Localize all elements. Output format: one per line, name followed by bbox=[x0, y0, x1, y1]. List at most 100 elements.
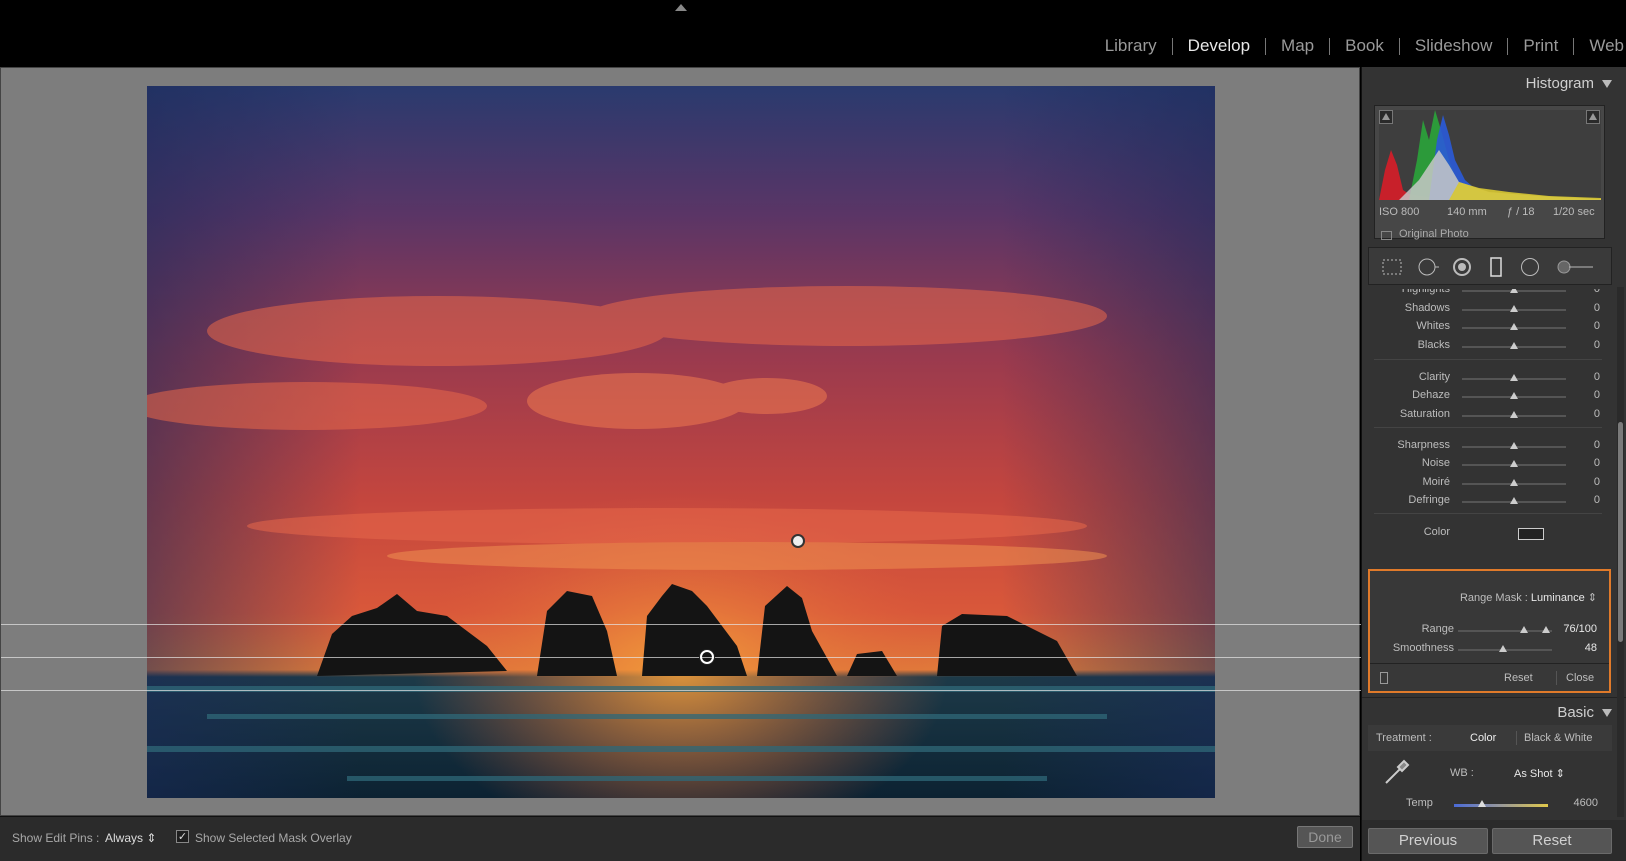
range-mask-footer: Reset Close bbox=[1370, 663, 1609, 691]
whites-label: Whites bbox=[1416, 320, 1450, 332]
sharpness-slider[interactable]: Sharpness 0 bbox=[1370, 439, 1606, 455]
module-develop[interactable]: Develop bbox=[1173, 36, 1265, 56]
original-photo-checkbox[interactable] bbox=[1381, 231, 1392, 240]
defringe-label: Defringe bbox=[1408, 494, 1450, 506]
collapse-top-panel-icon[interactable] bbox=[675, 4, 687, 11]
treatment-color-button[interactable]: Color bbox=[1470, 732, 1496, 744]
range-value[interactable]: 76/100 bbox=[1563, 623, 1597, 635]
highlights-thumb[interactable] bbox=[1510, 289, 1518, 293]
histogram-header[interactable]: Histogram bbox=[1526, 75, 1612, 92]
noise-thumb[interactable] bbox=[1510, 460, 1518, 467]
mask-toggle-icon[interactable] bbox=[1380, 672, 1388, 684]
shadows-slider[interactable]: Shadows 0 bbox=[1370, 302, 1606, 318]
smoothness-value[interactable]: 48 bbox=[1585, 642, 1597, 654]
wb-select[interactable]: As Shot ⇕ bbox=[1514, 767, 1565, 780]
defringe-thumb[interactable] bbox=[1510, 497, 1518, 504]
shadows-thumb[interactable] bbox=[1510, 305, 1518, 312]
blacks-slider[interactable]: Blacks 0 bbox=[1370, 339, 1606, 355]
noise-slider[interactable]: Noise 0 bbox=[1370, 457, 1606, 473]
module-print[interactable]: Print bbox=[1508, 36, 1573, 56]
dehaze-thumb[interactable] bbox=[1510, 392, 1518, 399]
range-mask-panel: Range Mask : Luminance ⇕ Range 76/100 Sm… bbox=[1368, 569, 1611, 693]
mask-overlay-checkbox[interactable]: ✓ bbox=[176, 830, 189, 843]
noise-label: Noise bbox=[1421, 457, 1450, 469]
gradient-line-center[interactable] bbox=[1, 657, 1361, 658]
gradient-center-pin[interactable] bbox=[700, 650, 714, 664]
color-swatch[interactable] bbox=[1518, 528, 1544, 540]
sharpness-thumb[interactable] bbox=[1510, 442, 1518, 449]
dehaze-value[interactable]: 0 bbox=[1594, 389, 1600, 401]
defringe-value[interactable]: 0 bbox=[1594, 494, 1600, 506]
range-mask-select[interactable]: Range Mask : Luminance ⇕ bbox=[1460, 591, 1597, 604]
crop-icon[interactable] bbox=[1381, 257, 1403, 277]
gradient-line-top[interactable] bbox=[1, 624, 1361, 625]
radial-filter-icon[interactable] bbox=[1519, 257, 1541, 277]
saturation-value[interactable]: 0 bbox=[1594, 408, 1600, 420]
whites-thumb[interactable] bbox=[1510, 323, 1518, 330]
defringe-slider[interactable]: Defringe 0 bbox=[1370, 494, 1606, 510]
reset-button[interactable]: Reset bbox=[1492, 828, 1612, 854]
range-mask-close-button[interactable]: Close bbox=[1566, 672, 1594, 684]
treatment-bw-button[interactable]: Black & White bbox=[1524, 732, 1592, 744]
blacks-label: Blacks bbox=[1417, 339, 1450, 351]
basic-panel-header[interactable]: Basic bbox=[1362, 697, 1626, 723]
clarity-slider[interactable]: Clarity 0 bbox=[1370, 371, 1606, 387]
highlights-label: Highlights bbox=[1401, 289, 1450, 295]
collapse-triangle-icon bbox=[1602, 709, 1612, 718]
temp-thumb[interactable] bbox=[1478, 800, 1486, 807]
temp-value[interactable]: 4600 bbox=[1574, 797, 1598, 809]
highlight-clipping-icon[interactable] bbox=[1586, 110, 1600, 124]
show-edit-pins-select[interactable]: Always ⇕ bbox=[105, 831, 156, 845]
shadows-label: Shadows bbox=[1404, 302, 1450, 314]
spot-removal-icon[interactable] bbox=[1417, 257, 1439, 277]
gradient-line-bottom[interactable] bbox=[1, 690, 1361, 691]
photo-preview[interactable] bbox=[147, 86, 1215, 798]
dehaze-slider[interactable]: Dehaze 0 bbox=[1370, 389, 1606, 405]
scrollbar-thumb[interactable] bbox=[1618, 422, 1623, 642]
graduated-filter-icon[interactable] bbox=[1485, 257, 1507, 277]
moir-slider[interactable]: Moiré 0 bbox=[1370, 476, 1606, 492]
photo-workspace[interactable] bbox=[0, 67, 1361, 816]
slider-group-divider bbox=[1374, 427, 1602, 428]
module-book[interactable]: Book bbox=[1330, 36, 1399, 56]
shadow-clipping-icon[interactable] bbox=[1379, 110, 1393, 124]
adjustment-brush-icon[interactable] bbox=[1555, 257, 1595, 277]
whites-value[interactable]: 0 bbox=[1594, 320, 1600, 332]
smoothness-thumb[interactable] bbox=[1499, 645, 1508, 652]
range-slider[interactable]: Range 76/100 bbox=[1370, 623, 1609, 639]
range-track[interactable] bbox=[1458, 630, 1552, 632]
panel-scrollbar[interactable] bbox=[1617, 287, 1624, 817]
iso-readout: ISO 800 bbox=[1379, 206, 1420, 218]
clarity-value[interactable]: 0 bbox=[1594, 371, 1600, 383]
temp-track[interactable] bbox=[1454, 804, 1548, 807]
module-library[interactable]: Library bbox=[1090, 36, 1172, 56]
blacks-value[interactable]: 0 bbox=[1594, 339, 1600, 351]
highlights-value[interactable]: 0 bbox=[1594, 289, 1600, 295]
done-button[interactable]: Done bbox=[1297, 826, 1353, 848]
clarity-thumb[interactable] bbox=[1510, 374, 1518, 381]
module-web[interactable]: Web bbox=[1574, 36, 1626, 56]
highlights-slider[interactable]: Highlights 0 bbox=[1370, 289, 1606, 299]
saturation-thumb[interactable] bbox=[1510, 411, 1518, 418]
dehaze-label: Dehaze bbox=[1412, 389, 1450, 401]
module-picker-bar: Library Develop Map Book Slideshow Print… bbox=[0, 0, 1626, 66]
wb-eyedropper-icon[interactable] bbox=[1382, 757, 1412, 787]
red-eye-icon[interactable] bbox=[1451, 257, 1473, 277]
saturation-slider[interactable]: Saturation 0 bbox=[1370, 408, 1606, 424]
module-map[interactable]: Map bbox=[1266, 36, 1329, 56]
range-mask-reset-button[interactable]: Reset bbox=[1504, 672, 1533, 684]
whites-slider[interactable]: Whites 0 bbox=[1370, 320, 1606, 336]
edit-pin[interactable] bbox=[791, 534, 805, 548]
smoothness-slider[interactable]: Smoothness 48 bbox=[1370, 642, 1609, 658]
moir-value[interactable]: 0 bbox=[1594, 476, 1600, 488]
noise-value[interactable]: 0 bbox=[1594, 457, 1600, 469]
range-thumb-high[interactable] bbox=[1542, 626, 1550, 633]
module-slideshow[interactable]: Slideshow bbox=[1400, 36, 1508, 56]
moir-thumb[interactable] bbox=[1510, 479, 1518, 486]
shutter-readout: 1/20 sec bbox=[1553, 206, 1595, 218]
shadows-value[interactable]: 0 bbox=[1594, 302, 1600, 314]
range-thumb-low[interactable] bbox=[1520, 626, 1528, 633]
blacks-thumb[interactable] bbox=[1510, 342, 1518, 349]
previous-button[interactable]: Previous bbox=[1368, 828, 1488, 854]
sharpness-value[interactable]: 0 bbox=[1594, 439, 1600, 451]
